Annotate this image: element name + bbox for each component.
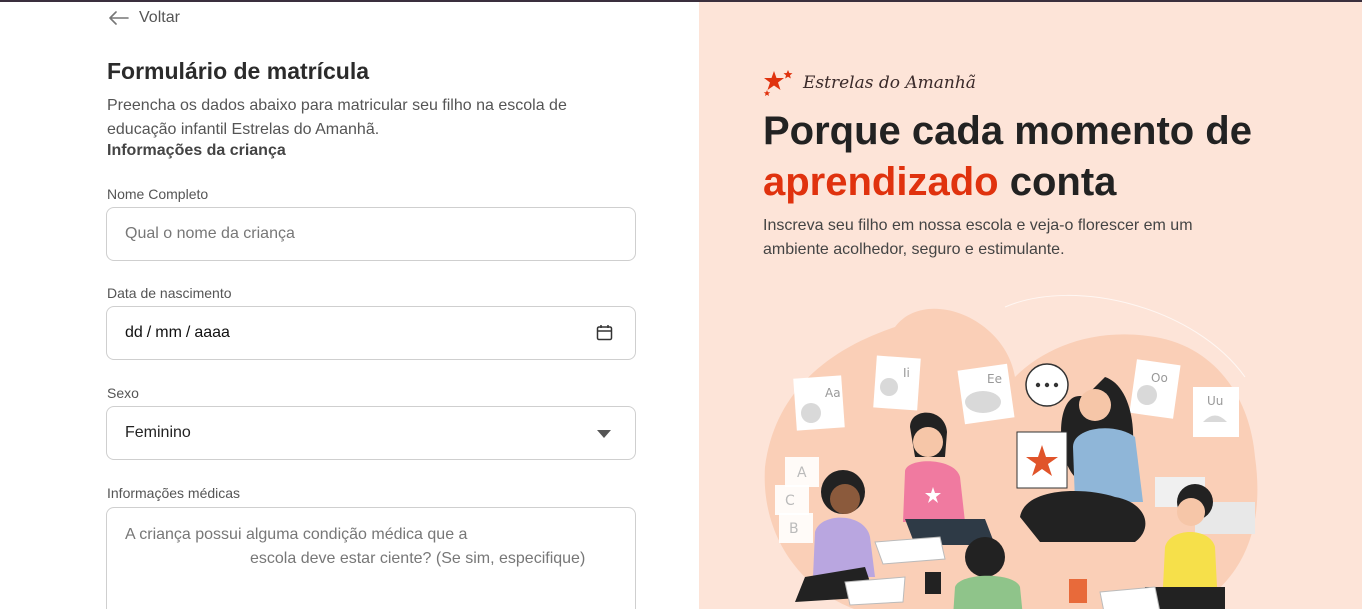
promo-panel: Estrelas do Amanhã Porque cada momento d… [699,2,1362,609]
enrollment-form-panel: Voltar Formulário de matrícula Preencha … [0,2,699,609]
card-oo-label: Oo [1151,371,1168,385]
card-uu-label: Uu [1207,394,1223,408]
child-name-placeholder: Qual o nome da criança [125,225,295,242]
back-label: Voltar [139,9,180,26]
medical-placeholder-line2: escola deve estar ciente? (Se sim, espec… [250,550,586,567]
headline-accent: aprendizado [763,160,999,204]
name-label: Nome Completo [107,186,209,202]
date-segments: dd / mm / aaaa [125,324,230,342]
birthdate-label: Data de nascimento [107,285,232,301]
calendar-icon[interactable] [596,324,613,341]
sex-select[interactable]: Feminino [106,406,636,460]
headline-part2: conta [1009,160,1117,204]
classroom-illustration: Aa Ii Ee Oo Uu A C B [764,295,1258,609]
arrow-left-icon [109,11,129,25]
date-sep: / [185,324,191,341]
card-ii-label: Ii [903,366,910,380]
brand: Estrelas do Amanhã [763,68,976,98]
block-a-label: A [797,465,807,481]
block-c-label: C [785,493,795,509]
headline-part1: Porque cada momento de [763,109,1252,153]
card-ee-label: Ee [987,372,1002,386]
form-title: Formulário de matrícula [107,58,370,84]
stars-logo-icon [763,70,793,96]
section-title-child-info: Informações da criança [107,142,286,159]
date-year[interactable]: aaaa [194,324,230,342]
medical-info-textarea[interactable]: A criança possui alguma condição médica … [106,507,636,609]
card-aa-label: Aa [825,386,841,400]
date-month[interactable]: mm [155,324,182,342]
block-b-label: B [789,521,799,537]
child-name-input[interactable]: Qual o nome da criança [106,207,636,261]
date-day[interactable]: dd [125,324,143,342]
brand-name: Estrelas do Amanhã [803,73,976,93]
form-description: Preencha os dados abaixo para matricular… [107,97,567,138]
chevron-down-icon [597,430,611,438]
sex-selected-value: Feminino [125,424,191,441]
sex-label: Sexo [107,385,139,401]
promo-subtext: Inscreva seu filho em nossa escola e vej… [763,217,1193,258]
back-link[interactable]: Voltar [107,9,180,27]
date-sep: / [146,324,152,341]
headline: Porque cada momento de aprendizado conta [763,106,1323,208]
medical-placeholder-line1: A criança possui alguma condição médica … [125,526,468,543]
medical-label: Informações médicas [107,485,241,501]
birthdate-input[interactable]: dd / mm / aaaa [106,306,636,360]
speech-bubble [1025,363,1069,407]
